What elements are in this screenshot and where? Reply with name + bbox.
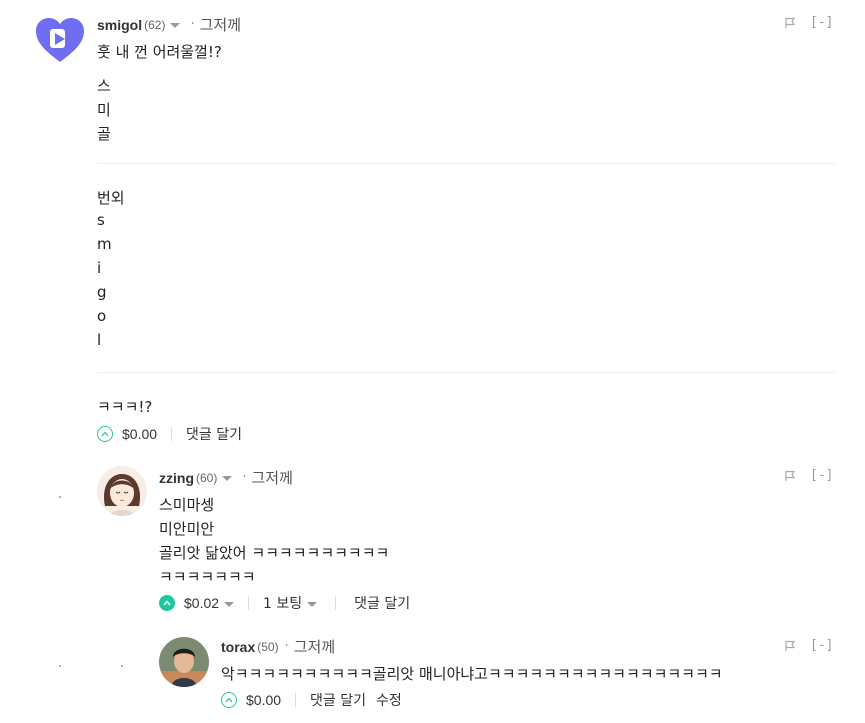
comment-actions: $0.00 댓글 달기 (97, 424, 242, 444)
heart-play-logo (36, 18, 84, 62)
chevron-down-icon[interactable] (170, 23, 181, 28)
thread-indent-dot (121, 665, 123, 667)
voters-button[interactable]: 1 보팅 (263, 593, 302, 613)
comment-line: g (97, 283, 107, 301)
chevron-down-icon[interactable] (307, 601, 318, 607)
comment-line: 미안미안 (159, 520, 215, 538)
comment-line: o (97, 307, 107, 325)
reply-button[interactable]: 댓글 달기 (354, 593, 410, 613)
comment-tools: [-] (784, 15, 833, 30)
author-reputation: (60) (196, 470, 218, 485)
separator: · (242, 470, 247, 485)
divider (248, 596, 250, 610)
comment-line: 악ㅋㅋㅋㅋㅋㅋㅋㅋㅋㅋ골리앗 매니아냐고ㅋㅋㅋㅋㅋㅋㅋㅋㅋㅋㅋㅋㅋㅋㅋㅋㅋ (221, 665, 723, 683)
author-name[interactable]: torax (221, 639, 255, 655)
avatar-torax[interactable] (159, 637, 209, 687)
comment-actions: $0.00 댓글 달기 수정 (221, 690, 402, 710)
author-name[interactable]: zzing (159, 470, 194, 486)
comment-header: zzing (60) · 그저께 (159, 467, 293, 488)
comment-line: 골 (97, 125, 111, 143)
chevron-down-icon[interactable] (222, 476, 233, 481)
comment-line: 미 (97, 101, 111, 119)
comment-line: 번외 (97, 189, 125, 207)
collapse-button[interactable]: [-] (810, 468, 833, 483)
separator: · (190, 17, 195, 32)
comment-line: i (97, 259, 102, 277)
comment-line: 스미마셍 (159, 496, 215, 514)
separator: · (284, 639, 289, 654)
flag-icon[interactable] (784, 17, 796, 29)
divider (97, 372, 835, 373)
flag-icon[interactable] (784, 470, 796, 482)
divider (97, 163, 835, 164)
comment-header: smigol (62) · 그저께 (97, 14, 241, 35)
divider (171, 427, 173, 441)
reply-button[interactable]: 댓글 달기 (310, 690, 366, 710)
avatar-zzing[interactable] (97, 466, 147, 516)
comment-line: m (97, 235, 112, 253)
timestamp[interactable]: 그저께 (251, 467, 292, 488)
comment-tools: [-] (784, 638, 833, 653)
comment-line: ㅋㅋㅋ!? (97, 398, 153, 416)
avatar-image (97, 466, 147, 516)
chevron-down-icon[interactable] (224, 601, 235, 607)
payout-amount[interactable]: $0.00 (122, 426, 157, 442)
author-name[interactable]: smigol (97, 17, 142, 33)
comment-line: l (97, 331, 102, 349)
flag-icon[interactable] (784, 640, 796, 652)
comment-actions: $0.02 1 보팅 댓글 달기 (159, 593, 410, 613)
payout-amount[interactable]: $0.00 (246, 692, 281, 708)
divider (295, 693, 297, 707)
timestamp[interactable]: 그저께 (200, 14, 241, 35)
thread-indent-dot (59, 496, 61, 498)
payout-amount[interactable]: $0.02 (184, 595, 219, 611)
comment-line: 훗 내 껀 어려울껄!? (97, 43, 222, 61)
avatar-smigol[interactable] (34, 16, 86, 64)
comment-line: 스 (97, 77, 111, 95)
reply-button[interactable]: 댓글 달기 (186, 424, 242, 444)
upvote-icon[interactable] (97, 426, 113, 442)
avatar-image (159, 637, 209, 687)
edit-button[interactable]: 수정 (376, 690, 402, 710)
divider (335, 596, 337, 610)
timestamp[interactable]: 그저께 (294, 636, 335, 657)
comment-tools: [-] (784, 468, 833, 483)
comment-line: 골리앗 닮았어 ㅋㅋㅋㅋㅋㅋㅋㅋㅋㅋ (159, 544, 390, 562)
comment-header: torax (50) · 그저께 (221, 636, 335, 657)
comment-line: ㅋㅋㅋㅋㅋㅋㅋ (159, 568, 256, 586)
thread-indent-dot (59, 665, 61, 667)
upvote-icon[interactable] (221, 692, 237, 708)
author-reputation: (50) (257, 639, 279, 654)
upvote-icon[interactable] (159, 595, 175, 611)
comment-line: s (97, 211, 105, 229)
author-reputation: (62) (144, 17, 166, 32)
collapse-button[interactable]: [-] (810, 638, 833, 653)
collapse-button[interactable]: [-] (810, 15, 833, 30)
